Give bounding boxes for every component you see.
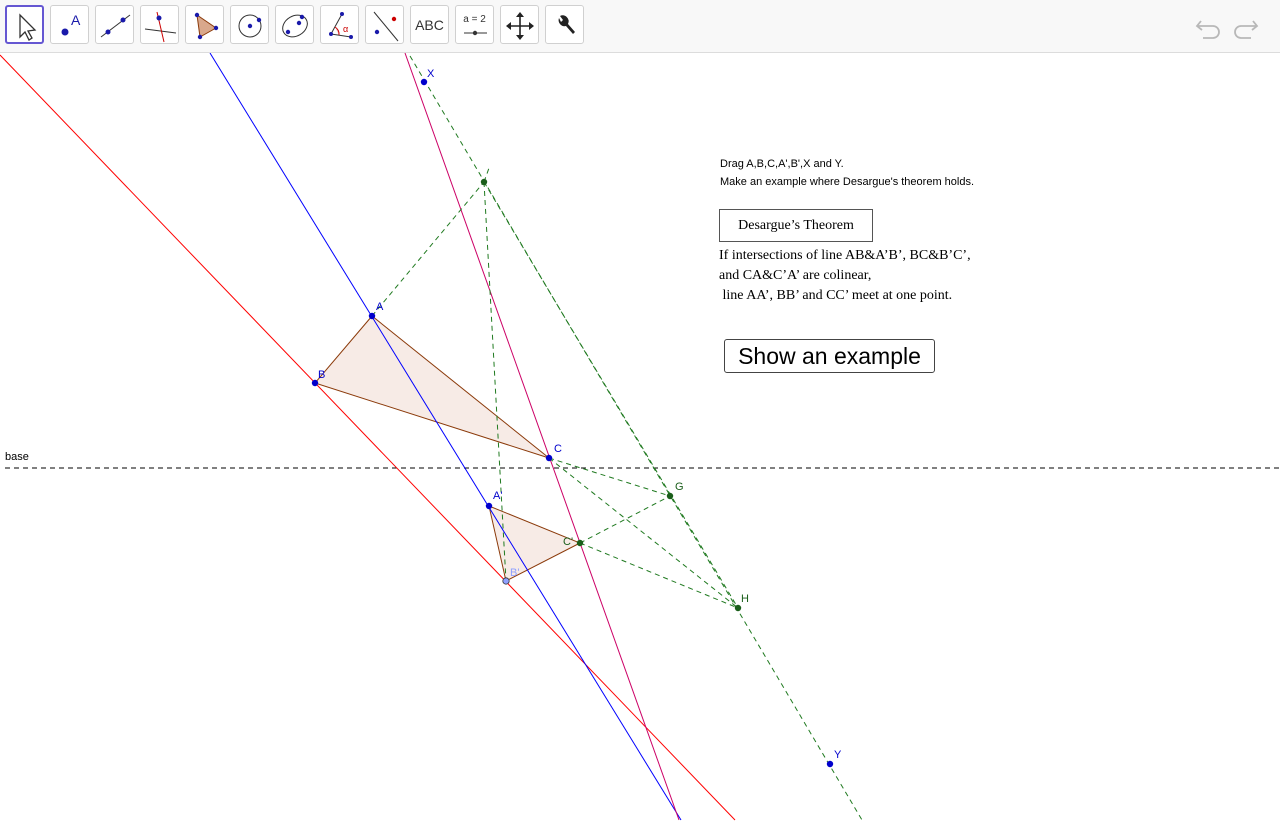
ellipse-icon	[282, 14, 308, 38]
instruction-line-1: Drag A,B,C,A',B',X and Y.	[720, 158, 844, 170]
tools-menu[interactable]	[545, 5, 584, 44]
text-tool-label: ABC	[415, 16, 444, 33]
point-b-label: B	[318, 369, 325, 381]
circle-tool[interactable]	[230, 5, 269, 44]
geometry-canvas[interactable]: base X A B C A' B' C' G H Y	[0, 53, 1280, 822]
line-xy	[409, 55, 863, 821]
circle-center-point-icon	[238, 14, 262, 38]
point-c1-label: C'	[563, 536, 573, 548]
line-through-points-icon	[100, 14, 131, 38]
triangle-abc[interactable]	[314, 315, 550, 459]
point-y[interactable]	[826, 760, 834, 768]
conic-tool[interactable]	[275, 5, 314, 44]
line-bb1[interactable]	[0, 54, 736, 821]
dash-c1-g	[579, 495, 671, 544]
text-tool[interactable]: ABC	[410, 5, 449, 44]
point-b1-label: B'	[510, 567, 519, 579]
polygon-icon	[194, 12, 219, 40]
point-icon: A	[61, 12, 81, 36]
move-tool[interactable]	[5, 5, 44, 44]
point-y-label: Y	[834, 749, 842, 761]
toolbar: A α ABC a = 2	[0, 0, 1280, 53]
point-c1[interactable]	[576, 539, 584, 547]
move-view-tool[interactable]	[500, 5, 539, 44]
theorem-title: Desargue’s Theorem	[719, 209, 873, 242]
point-c-label: C	[554, 443, 562, 455]
point-g-label: G	[675, 481, 684, 493]
slider-tool[interactable]: a = 2	[455, 5, 494, 44]
line-aa1[interactable]	[209, 53, 682, 821]
dash-c-h	[548, 457, 739, 609]
show-example-button[interactable]: Show an example	[724, 339, 935, 373]
slider-icon	[464, 30, 487, 36]
point-a1[interactable]	[485, 502, 493, 510]
point-a1-label: A'	[493, 490, 502, 502]
point-intersection	[480, 178, 488, 186]
point-tool[interactable]: A	[50, 5, 89, 44]
reflect-point-icon	[373, 11, 399, 42]
perpendicular-line-tool[interactable]	[140, 5, 179, 44]
line-cc1[interactable]	[404, 53, 680, 821]
undo-icon[interactable]	[1193, 12, 1223, 42]
base-label: base	[5, 451, 29, 463]
construction-lines	[371, 55, 863, 821]
point-a[interactable]	[368, 312, 376, 320]
dash-a-top	[371, 181, 485, 317]
instruction-line-2: Make an example where Desargue's theorem…	[720, 176, 975, 188]
point-x-label: X	[427, 68, 435, 80]
reflect-tool[interactable]	[365, 5, 404, 44]
wrench-icon	[558, 15, 575, 34]
point-tool-label: A	[71, 12, 81, 28]
redo-icon[interactable]	[1231, 12, 1261, 42]
dash-c1-h	[579, 542, 739, 609]
point-b1[interactable]	[502, 577, 510, 585]
move-arrows-icon	[506, 12, 534, 40]
angle-icon: α	[329, 12, 353, 39]
point-c[interactable]	[545, 454, 553, 462]
angle-tool-label: α	[343, 24, 348, 34]
angle-tool[interactable]: α	[320, 5, 359, 44]
polygon-tool[interactable]	[185, 5, 224, 44]
point-a-label: A	[376, 301, 384, 313]
point-h-label: H	[741, 593, 749, 605]
point-h	[734, 604, 742, 612]
line-tool[interactable]	[95, 5, 134, 44]
point-g	[666, 492, 674, 500]
arrow-cursor-icon	[19, 13, 37, 41]
perpendicular-line-icon	[144, 11, 177, 43]
theorem-body: If intersections of line AB&A’B’, BC&B’C…	[719, 248, 971, 303]
